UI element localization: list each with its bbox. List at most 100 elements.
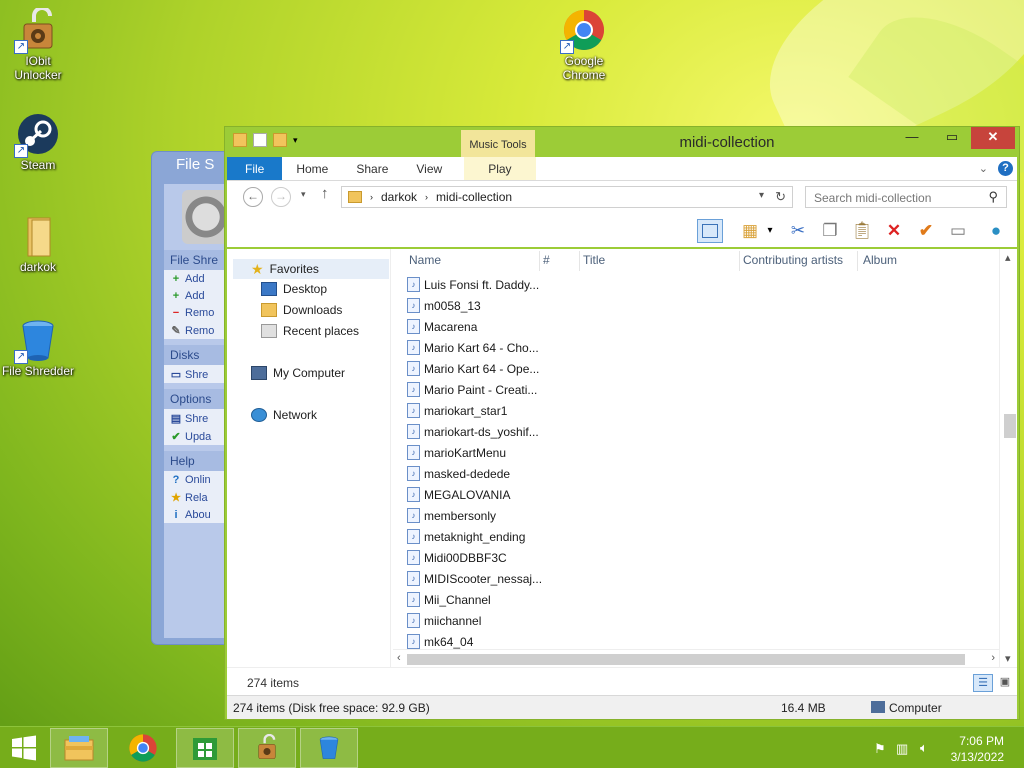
minimize-button[interactable]: — xyxy=(897,127,927,149)
file-row[interactable]: ♪ miichannel xyxy=(407,610,481,631)
forward-button[interactable]: → xyxy=(271,187,291,207)
expand-ribbon-icon[interactable]: ⌄ xyxy=(979,162,988,175)
desktop-icon-google-chrome[interactable]: ↗ Google Chrome xyxy=(546,8,622,82)
desktop-icon-darkok[interactable]: darkok xyxy=(0,214,76,274)
nav-desktop[interactable]: Desktop xyxy=(261,282,327,296)
up-button[interactable]: ↑ xyxy=(321,185,329,202)
taskbar-file-shredder[interactable] xyxy=(300,728,358,768)
column-separator[interactable] xyxy=(739,251,740,271)
midi-file-icon: ♪ xyxy=(407,466,420,481)
nav-favorites[interactable]: ★ Favorites xyxy=(233,259,389,279)
file-row[interactable]: ♪ m0058_13 xyxy=(407,295,481,316)
file-row[interactable]: ♪ MIDIScooter_nessaj... xyxy=(407,568,542,589)
breadcrumb-darkok[interactable]: darkok xyxy=(381,190,417,204)
column-separator[interactable] xyxy=(579,251,580,271)
tab-share[interactable]: Share xyxy=(342,157,402,180)
file-row[interactable]: ♪ Macarena xyxy=(407,316,477,337)
midi-file-icon: ♪ xyxy=(407,571,420,586)
scroll-thumb[interactable] xyxy=(407,654,965,665)
nav-recent-places[interactable]: Recent places xyxy=(261,324,359,338)
file-row[interactable]: ♪ Mii_Channel xyxy=(407,589,491,610)
iobit-unlocker-icon xyxy=(258,734,276,759)
chevron-down-icon[interactable]: ▾ xyxy=(759,190,764,201)
scroll-down-arrow[interactable]: ▾ xyxy=(1005,652,1011,665)
column-header-title[interactable]: Title xyxy=(583,253,605,267)
file-row[interactable]: ♪ Mario Kart 64 - Ope... xyxy=(407,358,539,379)
copy-icon[interactable]: ❐ xyxy=(817,219,843,243)
file-row[interactable]: ♪ masked-dedede xyxy=(407,463,510,484)
breadcrumb-midi-collection[interactable]: midi-collection xyxy=(436,190,512,204)
details-view-icon[interactable]: ☰ xyxy=(973,674,993,692)
explorer-window[interactable]: ▾ Music Tools midi-collection — ▭ ✕ File… xyxy=(224,126,1020,720)
file-row[interactable]: ♪ marioKartMenu xyxy=(407,442,506,463)
chevron-down-icon[interactable]: ▾ xyxy=(763,219,777,243)
folder-options-icon[interactable]: ▦ xyxy=(737,219,763,243)
file-row[interactable]: ♪ Midi00DBBF3C xyxy=(407,547,507,568)
file-row[interactable]: ♪ Luis Fonsi ft. Daddy... xyxy=(407,274,539,295)
action-center-flag-icon[interactable]: ⚑ xyxy=(874,741,886,757)
delete-icon[interactable]: ✕ xyxy=(881,219,907,243)
column-header-number[interactable]: # xyxy=(543,253,550,267)
maximize-button[interactable]: ▭ xyxy=(937,127,967,149)
search-input[interactable]: Search midi-collection ⚲ xyxy=(805,186,1007,208)
file-name: marioKartMenu xyxy=(424,445,507,460)
chrome-icon xyxy=(129,734,157,762)
tab-home[interactable]: Home xyxy=(282,157,342,180)
scroll-left-arrow[interactable]: ‹ xyxy=(397,652,401,664)
scroll-thumb[interactable] xyxy=(1004,414,1016,439)
midi-file-icon: ♪ xyxy=(407,361,420,376)
address-input[interactable]: › darkok › midi-collection ▾ ↻ xyxy=(341,186,793,208)
rename-icon[interactable]: ▭ xyxy=(945,219,971,243)
cut-icon[interactable]: ✂ xyxy=(785,219,811,243)
column-separator[interactable] xyxy=(539,251,540,271)
horizontal-scrollbar[interactable]: ‹ › xyxy=(393,649,999,667)
file-row[interactable]: ♪ mariokart_star1 xyxy=(407,400,507,421)
title-bar[interactable]: ▾ Music Tools midi-collection — ▭ ✕ xyxy=(225,127,1019,157)
tab-file[interactable]: File xyxy=(227,157,283,180)
close-button[interactable]: ✕ xyxy=(971,127,1015,149)
taskbar-store[interactable] xyxy=(176,728,234,768)
file-row[interactable]: ♪ MEGALOVANIA xyxy=(407,484,510,505)
taskbar-chrome[interactable] xyxy=(114,728,172,768)
scroll-up-arrow[interactable]: ▴ xyxy=(1005,251,1011,264)
tab-play[interactable]: Play xyxy=(464,157,536,180)
tab-view[interactable]: View xyxy=(402,157,456,180)
recent-locations-icon[interactable]: ▾ xyxy=(301,189,306,200)
file-row[interactable]: ♪ mariokart-ds_yoshif... xyxy=(407,421,539,442)
nav-my-computer[interactable]: My Computer xyxy=(251,366,345,380)
file-row[interactable]: ♪ Mario Kart 64 - Cho... xyxy=(407,337,539,358)
desktop-icon-label: IObit Unlocker xyxy=(14,54,62,82)
desktop-icon-label: darkok xyxy=(19,260,57,274)
volume-muted-icon[interactable]: 🔈︎ xyxy=(920,740,928,756)
file-row[interactable]: ♪ membersonly xyxy=(407,505,496,526)
scroll-right-arrow[interactable]: › xyxy=(991,652,995,664)
midi-file-icon: ♪ xyxy=(407,550,420,565)
file-row[interactable]: ♪ metaknight_ending xyxy=(407,526,525,547)
back-button[interactable]: ← xyxy=(243,187,263,207)
nav-downloads[interactable]: Downloads xyxy=(261,303,342,317)
refresh-icon[interactable]: ↻ xyxy=(775,189,786,205)
desktop-icon-file-shredder[interactable]: ↗ File Shredder xyxy=(0,318,76,378)
paste-icon[interactable]: 📋︎ xyxy=(849,219,875,243)
taskbar-iobit-unlocker[interactable] xyxy=(238,728,296,768)
status-items-free: 274 items (Disk free space: 92.9 GB) xyxy=(233,701,430,715)
start-button[interactable] xyxy=(0,728,48,768)
nav-network[interactable]: Network xyxy=(251,408,317,422)
column-separator[interactable] xyxy=(857,251,858,271)
large-icons-view-icon[interactable]: ▣ xyxy=(995,674,1015,692)
vertical-scrollbar[interactable]: ▴ ▾ xyxy=(999,249,1017,667)
desktop-icon-steam[interactable]: ↗ Steam xyxy=(0,112,76,172)
properties-check-icon[interactable]: ✔ xyxy=(913,219,939,243)
column-header-contributing-artists[interactable]: Contributing artists xyxy=(743,253,843,267)
desktop-icon-iobit-unlocker[interactable]: ↗ IObit Unlocker xyxy=(0,6,76,82)
file-row[interactable]: ♪ Mario Paint - Creati... xyxy=(407,379,537,400)
help-icon[interactable]: ? xyxy=(998,161,1013,176)
network-icon[interactable]: ▥ xyxy=(896,741,908,757)
globe-icon[interactable]: ● xyxy=(983,219,1009,243)
search-icon[interactable]: ⚲ xyxy=(988,189,998,205)
taskbar-file-explorer[interactable] xyxy=(50,728,108,768)
column-header-name[interactable]: Name xyxy=(409,253,441,267)
column-header-album[interactable]: Album xyxy=(863,253,897,267)
preview-pane-icon[interactable] xyxy=(697,219,723,243)
clock[interactable]: 7:06 PM 3/13/2022 xyxy=(951,733,1004,765)
